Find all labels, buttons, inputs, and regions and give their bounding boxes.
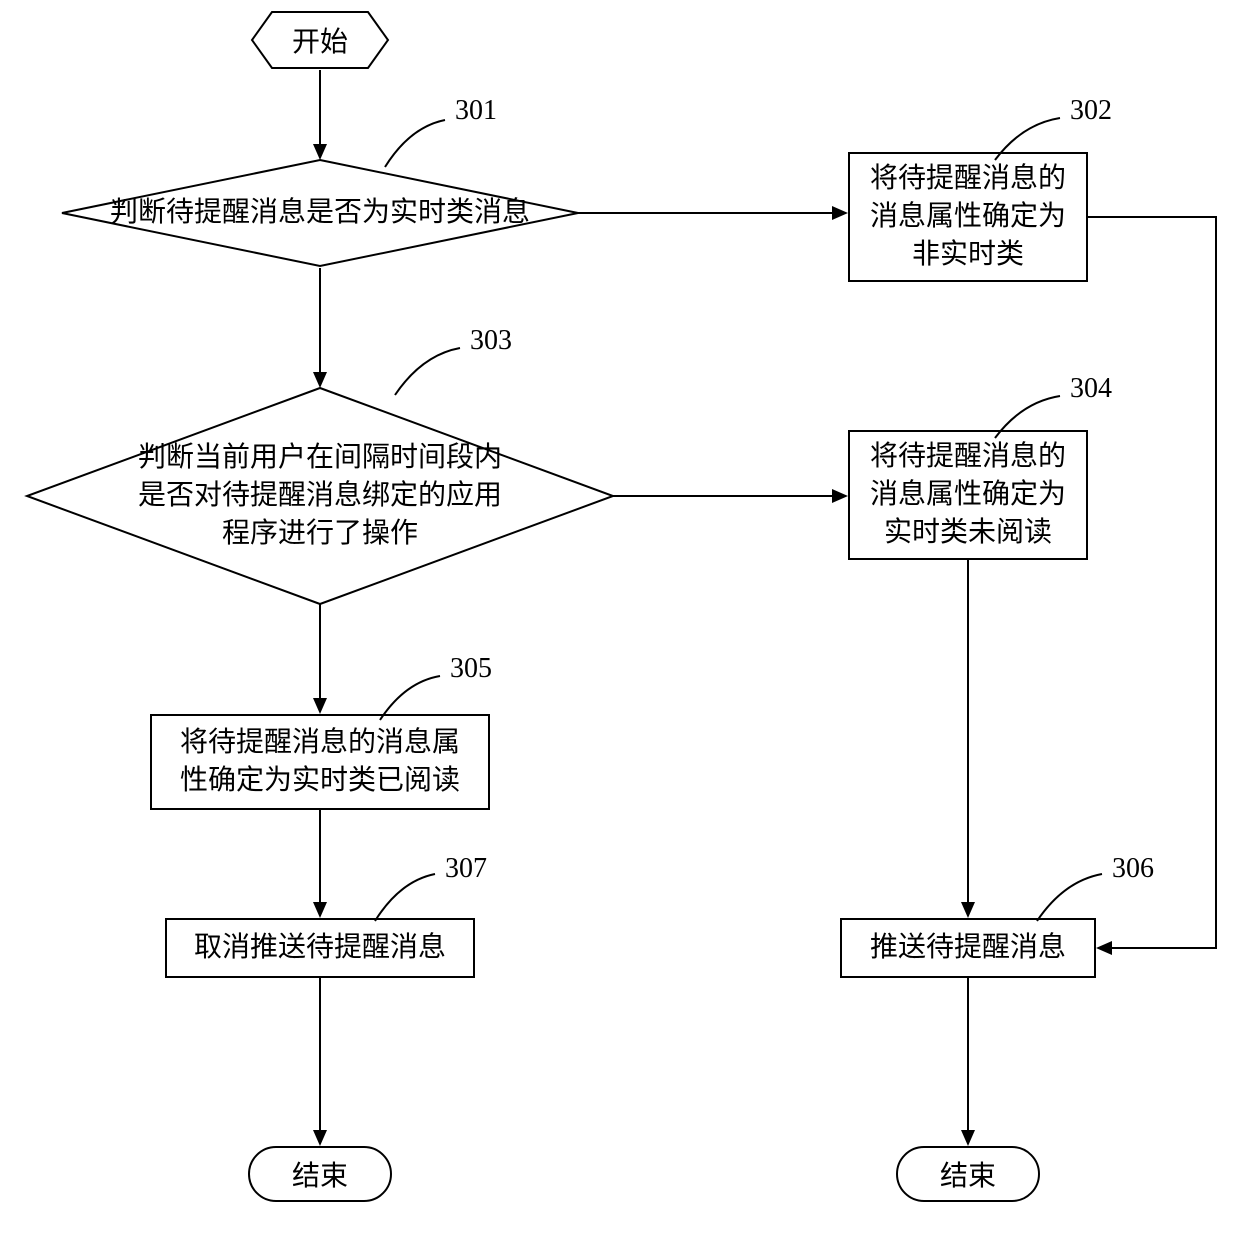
edge-start-301 (310, 70, 330, 160)
process-305-l1: 将待提醒消息的消息属 (180, 724, 460, 762)
edge-301-303 (310, 268, 330, 388)
end-left-label: 结束 (292, 1154, 348, 1194)
process-306: 推送待提醒消息 (840, 918, 1096, 978)
process-304-l2: 消息属性确定为 (870, 476, 1066, 514)
decision-303: 判断当前用户在间隔时间段内 是否对待提醒消息绑定的应用 程序进行了操作 (25, 386, 615, 606)
process-305-l2: 性确定为实时类已阅读 (180, 762, 460, 800)
process-302-l3: 非实时类 (870, 236, 1066, 274)
edge-306-end (958, 978, 978, 1146)
start-node: 开始 (250, 10, 390, 70)
process-302-l2: 消息属性确定为 (870, 198, 1066, 236)
step-307: 307 (445, 853, 487, 885)
edge-304-306 (958, 560, 978, 918)
step-305: 305 (450, 653, 492, 685)
end-node-left: 结束 (248, 1146, 392, 1202)
edge-303-304 (613, 486, 848, 506)
process-304: 将待提醒消息的 消息属性确定为 实时类未阅读 (848, 430, 1088, 560)
leader-302 (990, 110, 1065, 165)
leader-305 (375, 668, 445, 723)
process-302-l1: 将待提醒消息的 (870, 160, 1066, 198)
flowchart-canvas: 开始 判断待提醒消息是否为实时类消息 301 将待提醒消息的 消息属性确定为 非… (0, 0, 1240, 1244)
edge-307-end (310, 978, 330, 1146)
start-label: 开始 (292, 20, 348, 60)
end-node-right: 结束 (896, 1146, 1040, 1202)
decision-301-text: 判断待提醒消息是否为实时类消息 (110, 194, 530, 232)
process-305: 将待提醒消息的消息属 性确定为实时类已阅读 (150, 714, 490, 810)
process-307: 取消推送待提醒消息 (165, 918, 475, 978)
process-304-l3: 实时类未阅读 (870, 514, 1066, 552)
edge-303-305 (310, 604, 330, 714)
leader-304 (990, 388, 1065, 443)
step-301: 301 (455, 95, 497, 127)
process-306-text: 推送待提醒消息 (870, 929, 1066, 967)
process-302: 将待提醒消息的 消息属性确定为 非实时类 (848, 152, 1088, 282)
leader-303 (390, 340, 465, 400)
step-303: 303 (470, 325, 512, 357)
decision-303-l1: 判断当前用户在间隔时间段内 (138, 439, 502, 477)
decision-303-l3: 程序进行了操作 (138, 515, 502, 553)
leader-301 (380, 112, 450, 172)
edge-302-306-final (1088, 208, 1228, 964)
process-304-l1: 将待提醒消息的 (870, 438, 1066, 476)
process-307-text: 取消推送待提醒消息 (194, 929, 446, 967)
step-302: 302 (1070, 95, 1112, 127)
decision-301: 判断待提醒消息是否为实时类消息 (60, 158, 580, 268)
edge-301-302 (578, 203, 848, 223)
end-right-label: 结束 (940, 1154, 996, 1194)
decision-303-l2: 是否对待提醒消息绑定的应用 (138, 477, 502, 515)
leader-307 (370, 866, 440, 926)
edge-305-307 (310, 810, 330, 918)
